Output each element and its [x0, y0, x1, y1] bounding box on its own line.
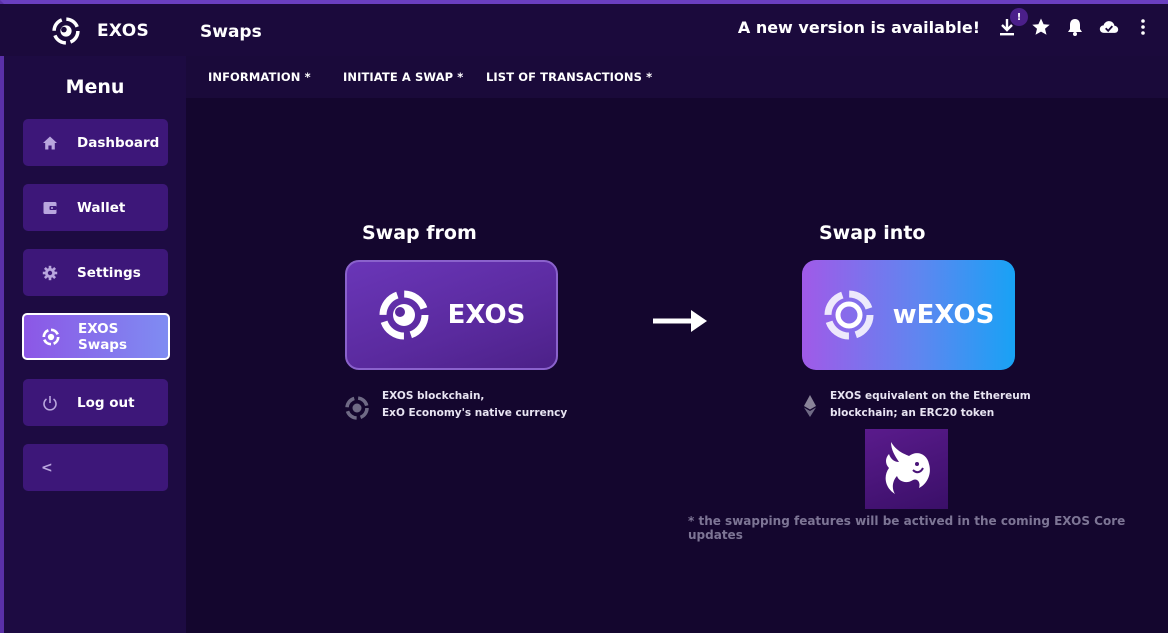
swap-from-label: Swap from	[362, 222, 477, 244]
swap-from-desc-line: ExO Economy's native currency	[382, 407, 568, 419]
star-icon[interactable]	[1030, 16, 1052, 38]
top-bar: EXOS Swaps A new version is available! !	[0, 4, 1168, 56]
tab-initiate-swap[interactable]: INITIATE A SWAP *	[343, 70, 463, 84]
page-title: Swaps	[200, 22, 262, 42]
exos-icon	[42, 327, 60, 346]
brand[interactable]: EXOS	[52, 17, 149, 45]
sidebar-item-settings[interactable]: Settings	[23, 249, 168, 296]
menu-title: Menu	[65, 76, 125, 98]
swap-from-token: EXOS	[447, 300, 526, 330]
swap-from-card[interactable]: EXOS	[345, 260, 558, 370]
sidebar-collapse-button[interactable]: <	[23, 444, 168, 491]
swap-into-desc-line: blockchain; an ERC20 token	[830, 407, 995, 419]
ethereum-icon	[804, 395, 816, 417]
swap-into-token: wEXOS	[892, 300, 995, 330]
swap-into-label: Swap into	[819, 222, 926, 244]
swap-note: * the swapping features will be actived …	[688, 514, 1126, 542]
sidebar-item-exos-swaps[interactable]: EXOS Swaps	[22, 313, 170, 360]
sidebar-item-log-out[interactable]: Log out	[23, 379, 168, 426]
sidebar-item-label: Settings	[77, 264, 141, 281]
update-message[interactable]: A new version is available!	[738, 18, 980, 37]
sidebar: Menu Dashboard Wallet Settings EXOS Swap…	[4, 56, 186, 633]
tab-information[interactable]: INFORMATION *	[208, 70, 311, 84]
exos-logo-icon	[52, 17, 80, 45]
more-vertical-icon[interactable]	[1132, 16, 1154, 38]
sidebar-item-dashboard[interactable]: Dashboard	[23, 119, 168, 166]
swap-into-description: EXOS equivalent on the Ethereum blockcha…	[830, 388, 1031, 422]
swap-from-desc-line: EXOS blockchain,	[382, 390, 485, 402]
top-right-actions: A new version is available! !	[738, 8, 1154, 38]
gear-icon	[41, 264, 59, 282]
wexos-token-icon	[824, 290, 874, 340]
sidebar-item-wallet[interactable]: Wallet	[23, 184, 168, 231]
bell-icon[interactable]	[1064, 16, 1086, 38]
cloud-check-icon[interactable]	[1098, 16, 1120, 38]
swap-panel: Swap from Swap into EXOS wEXOS EXOS bloc…	[186, 98, 1168, 633]
tab-list-of-transactions[interactable]: LIST OF TRANSACTIONS *	[486, 70, 652, 84]
sidebar-item-label: Wallet	[77, 199, 126, 216]
download-icon[interactable]: !	[996, 8, 1028, 38]
arrow-right-icon	[653, 310, 707, 332]
exos-token-icon	[379, 290, 429, 340]
swap-into-card[interactable]: wEXOS	[802, 260, 1015, 370]
update-badge: !	[1010, 8, 1028, 26]
chevron-left-icon: <	[41, 459, 53, 476]
exos-chain-icon	[345, 396, 369, 420]
swap-into-desc-line: EXOS equivalent on the Ethereum	[830, 390, 1031, 402]
home-icon	[41, 134, 59, 152]
power-icon	[41, 394, 59, 412]
wallet-icon	[41, 199, 59, 217]
sidebar-item-label: Log out	[77, 394, 135, 411]
uniswap-logo-tile	[865, 429, 948, 509]
swap-tabs: INFORMATION * INITIATE A SWAP * LIST OF …	[186, 56, 1168, 98]
unicorn-icon	[885, 442, 930, 494]
brand-name: EXOS	[97, 21, 150, 41]
sidebar-item-label: Dashboard	[77, 134, 160, 151]
sidebar-item-label: EXOS Swaps	[78, 320, 128, 353]
swap-from-description: EXOS blockchain, ExO Economy's native cu…	[382, 388, 567, 422]
